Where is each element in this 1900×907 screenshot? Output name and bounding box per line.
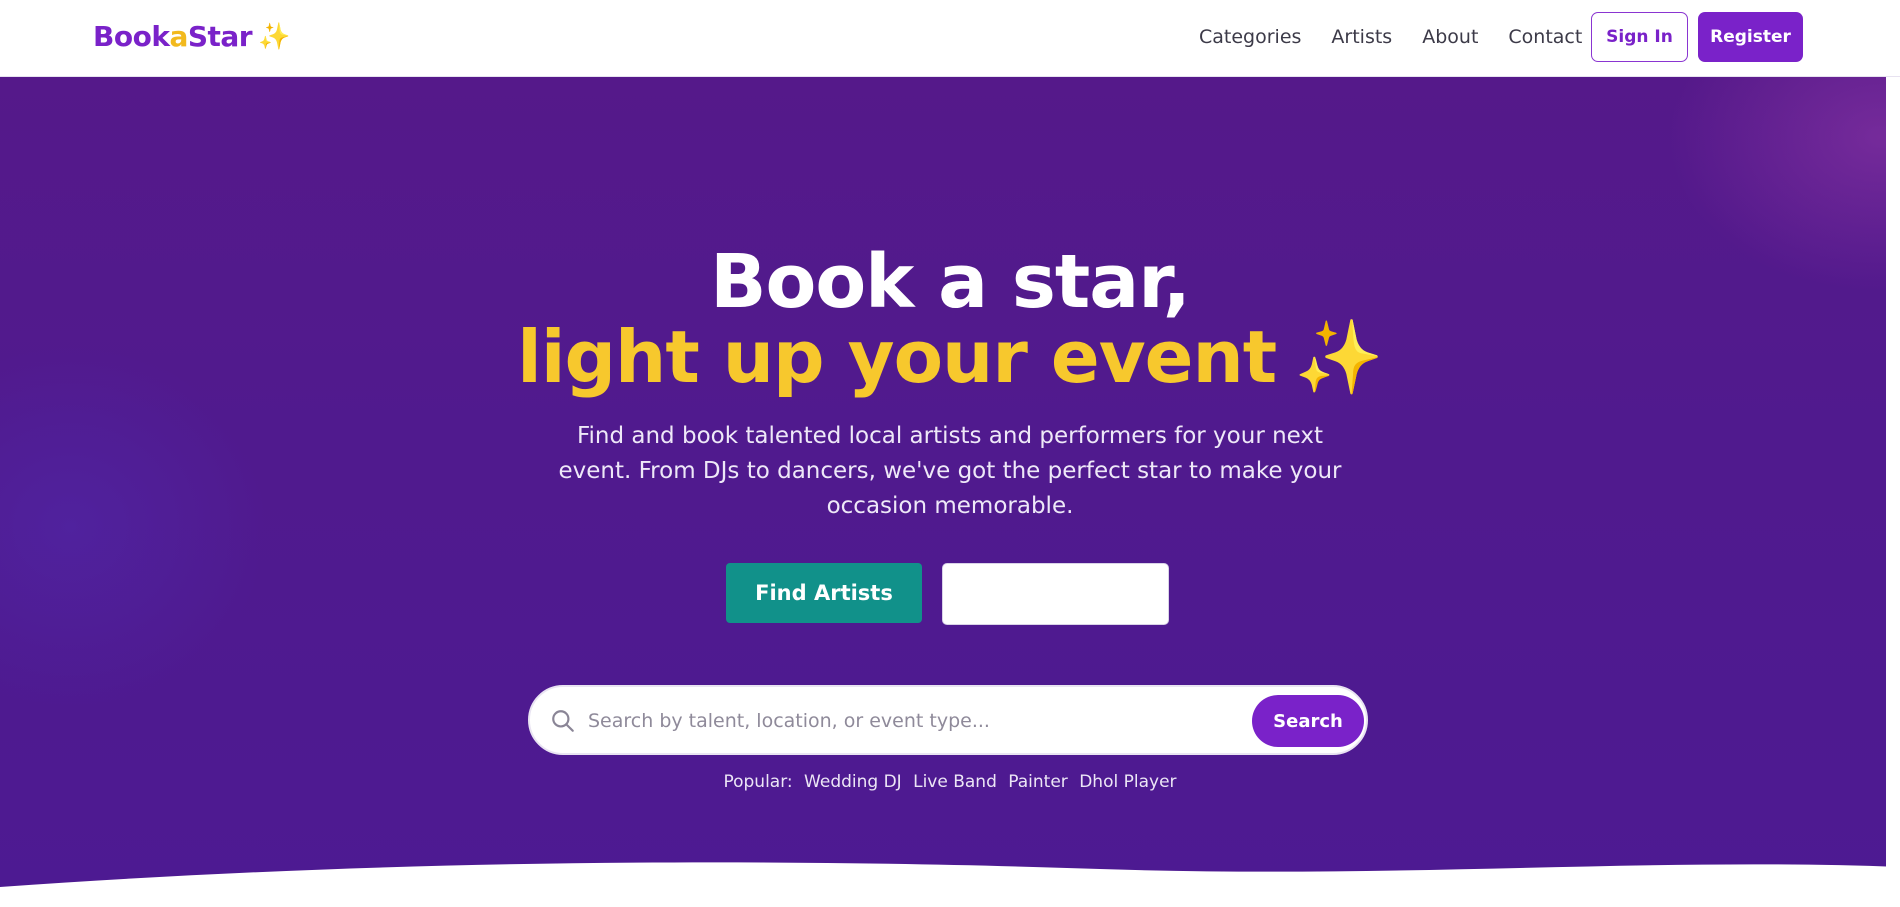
scrollbar[interactable] xyxy=(1886,0,1900,907)
register-button[interactable]: Register xyxy=(1698,12,1803,62)
sparkles-icon: ✨ xyxy=(258,21,290,52)
main-nav: Categories Artists About Contact xyxy=(1199,26,1582,48)
nav-link-about[interactable]: About xyxy=(1422,26,1478,48)
hero-headline-line1: Book a star, xyxy=(710,239,1191,325)
hero-section: Book a star, light up your event ✨ Find a… xyxy=(0,77,1900,907)
search-bar: Search xyxy=(528,685,1368,755)
nav-link-contact[interactable]: Contact xyxy=(1508,26,1582,48)
popular-tag-painter[interactable]: Painter xyxy=(1008,772,1068,792)
brand-text-star: Star xyxy=(187,20,253,53)
search-input[interactable] xyxy=(588,701,1188,741)
popular-tag-live-band[interactable]: Live Band xyxy=(913,772,997,792)
hero-headline-line2: light up your event ✨ xyxy=(0,315,1900,400)
search-button[interactable]: Search xyxy=(1252,695,1364,747)
popular-label: Popular: xyxy=(723,772,793,792)
brand-text-a: a xyxy=(169,20,188,53)
nav-link-categories[interactable]: Categories xyxy=(1199,26,1301,48)
popular-searches: Popular: Wedding DJ Live Band Painter Dh… xyxy=(0,772,1900,792)
secondary-cta-button[interactable] xyxy=(942,563,1169,625)
hero-subtitle: Find and book talented local artists and… xyxy=(558,423,1342,519)
popular-tag-wedding-dj[interactable]: Wedding DJ xyxy=(804,772,902,792)
search-icon xyxy=(552,710,574,732)
site-header: Book a Star ✨ Categories Artists About Cont… xyxy=(0,0,1900,77)
hero-headline-highlight: light up your event xyxy=(517,315,1277,399)
nav-link-artists[interactable]: Artists xyxy=(1331,26,1392,48)
hero-wave-divider xyxy=(0,862,1900,907)
sparkles-icon: ✨ xyxy=(1294,315,1384,399)
brand-logo[interactable]: Book a Star ✨ xyxy=(93,20,290,53)
sign-in-button[interactable]: Sign In xyxy=(1591,12,1688,62)
popular-tag-dhol-player[interactable]: Dhol Player xyxy=(1079,772,1176,792)
brand-text-book: Book xyxy=(93,20,170,53)
find-artists-button[interactable]: Find Artists xyxy=(726,563,922,623)
page: Book a Star ✨ Categories Artists About Cont… xyxy=(0,0,1900,907)
